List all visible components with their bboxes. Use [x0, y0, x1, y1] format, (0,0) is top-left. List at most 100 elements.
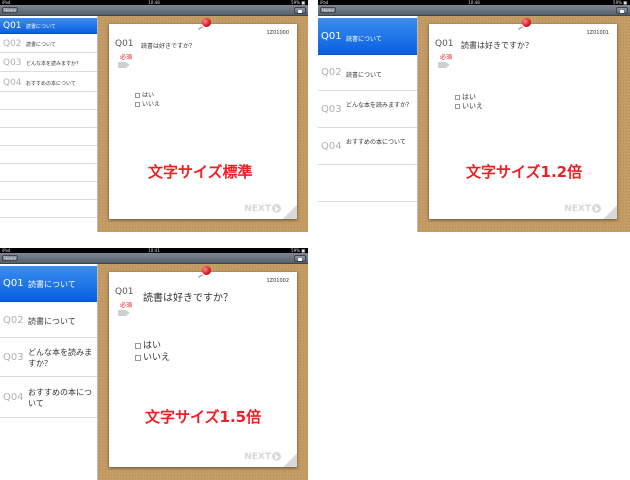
question-list-label: おすすめの本について — [26, 81, 76, 87]
option-label: はい — [142, 92, 155, 99]
next-arrow-icon — [592, 204, 601, 213]
checkbox[interactable] — [135, 342, 141, 349]
list-divider — [0, 163, 97, 164]
question-list: Q01 読書について Q02 読書について Q03 どんな本を読みますか？ Q0… — [0, 16, 98, 232]
next-label: NEXT — [564, 204, 591, 214]
camera-button[interactable] — [616, 7, 628, 14]
question-list: Q01 読書について Q02 読書について Q03 どんな本を読みますか？ Q0… — [0, 264, 98, 480]
question-title: 読書は好きですか？ — [141, 43, 196, 50]
checkbox[interactable] — [135, 93, 140, 98]
question-number: Q02 — [3, 315, 24, 326]
home-button[interactable]: Home — [2, 255, 18, 261]
required-badge: 必須 — [440, 54, 453, 61]
question-list-item-q03[interactable]: Q03 どんな本を読みますか？ — [318, 92, 417, 128]
question-list-label: どんな本を読みますか？ — [346, 102, 413, 109]
question-number: Q01 — [321, 31, 342, 42]
question-list-label: 読書について — [346, 36, 382, 43]
question-number: Q01 — [115, 39, 134, 49]
question-list-label: 読書について — [26, 42, 56, 48]
question-number: Q03 — [3, 352, 24, 363]
question-number: Q04 — [321, 141, 342, 152]
question-list-item-q01[interactable]: Q01 読書について — [0, 18, 97, 34]
question-list-item-q03[interactable]: Q03 どんな本を読みますか？ — [0, 339, 97, 377]
question-panel: 1Z01001 Q01 必須 読書は好きですか？ はい いいえ 文字サイズ1.2… — [418, 16, 630, 232]
option-no[interactable]: いいえ — [135, 350, 170, 363]
question-list-item-q02[interactable]: Q02 読書について — [0, 36, 97, 53]
next-button[interactable]: NEXT — [244, 204, 281, 214]
page-curl-icon — [603, 205, 617, 219]
page-curl-icon — [283, 453, 297, 467]
question-number: Q03 — [3, 58, 22, 68]
option-no[interactable]: いいえ — [455, 101, 483, 111]
next-arrow-icon — [272, 452, 281, 461]
camera-icon — [298, 257, 302, 261]
next-button[interactable]: NEXT — [244, 452, 281, 462]
home-button[interactable]: Home — [2, 7, 18, 13]
option-label: いいえ — [143, 353, 171, 363]
push-pin-icon — [202, 18, 211, 27]
question-id: 1Z01000 — [266, 30, 289, 36]
question-number: Q02 — [3, 39, 22, 49]
checkbox[interactable] — [455, 94, 460, 100]
question-list-label: 読書について — [28, 280, 76, 289]
question-number: Q01 — [3, 21, 22, 31]
question-list-item-q02[interactable]: Q02 読書について — [318, 56, 417, 91]
camera-icon — [620, 9, 624, 13]
list-divider — [0, 127, 97, 128]
home-button[interactable]: Home — [320, 7, 336, 13]
question-list-item-q03[interactable]: Q03 どんな本を読みますか？ — [0, 54, 97, 72]
question-list: Q01 読書について Q02 読書について Q03 どんな本を読みますか？ Q0… — [318, 16, 418, 232]
question-number: Q03 — [321, 104, 342, 115]
checkbox[interactable] — [135, 354, 141, 361]
question-list-label: おすすめの本について — [346, 139, 406, 146]
font-size-caption: 文字サイズ1.2倍 — [466, 163, 583, 181]
screen-standard: iPad 10:48 59% ■ Home Q01 読書について Q02 読書に… — [0, 0, 308, 232]
question-panel: 1Z01000 Q01 必須 読書は好きですか？ はい いいえ 文字サイズ標準 … — [98, 16, 308, 232]
question-panel: 1Z01002 Q01 必須 読書は好きですか？ はい いいえ 文字サイズ1.5… — [98, 264, 308, 480]
nav-bar: Home — [0, 5, 308, 16]
required-badge: 必須 — [120, 54, 133, 61]
required-badge: 必須 — [120, 302, 133, 309]
screen-1-5x: iPad 10:41 59% ■ Home Q01 読書について Q02 読書に… — [0, 248, 308, 480]
checkbox[interactable] — [135, 102, 140, 107]
question-list-label: おすすめの本について — [28, 388, 92, 408]
nav-bar: Home — [0, 253, 308, 264]
nav-bar: Home — [318, 5, 630, 16]
option-no[interactable]: いいえ — [135, 99, 160, 108]
font-size-caption: 文字サイズ1.5倍 — [145, 408, 262, 426]
question-list-label: 読書について — [26, 24, 56, 30]
question-card: 1Z01001 Q01 必須 読書は好きですか？ はい いいえ 文字サイズ1.2… — [429, 24, 617, 219]
video-icon — [118, 62, 130, 68]
question-list-item-q01[interactable]: Q01 読書について — [0, 266, 97, 302]
camera-button[interactable] — [294, 7, 306, 14]
checkbox[interactable] — [455, 103, 460, 109]
camera-icon — [298, 9, 302, 13]
list-divider — [0, 109, 97, 110]
question-title: 読書は好きですか？ — [143, 293, 233, 304]
option-label: いいえ — [142, 101, 161, 108]
option-yes[interactable]: はい — [135, 90, 154, 99]
question-number: Q01 — [435, 39, 454, 49]
camera-button[interactable] — [294, 255, 306, 262]
question-card: 1Z01002 Q01 必須 読書は好きですか？ はい いいえ 文字サイズ1.5… — [109, 272, 297, 467]
question-list-item-q01[interactable]: Q01 読書について — [318, 18, 417, 55]
question-list-item-q04[interactable]: Q04 おすすめの本について — [318, 129, 417, 165]
next-arrow-icon — [272, 204, 281, 213]
list-divider — [0, 217, 97, 218]
question-list-item-q04[interactable]: Q04 おすすめの本について — [0, 74, 97, 92]
screen-1-2x: iPad 10:48 59% ■ Home Q01 読書について Q02 読書に… — [318, 0, 630, 232]
list-divider — [0, 145, 97, 146]
question-list-label: 読書について — [346, 72, 382, 79]
question-list-label: どんな本を読みますか？ — [28, 348, 92, 368]
question-card: 1Z01000 Q01 必須 読書は好きですか？ はい いいえ 文字サイズ標準 … — [109, 24, 297, 219]
next-button[interactable]: NEXT — [564, 204, 601, 214]
option-label: いいえ — [462, 102, 483, 110]
list-divider — [0, 181, 97, 182]
question-list-item-q02[interactable]: Q02 読書について — [0, 303, 97, 338]
question-number: Q01 — [3, 278, 24, 289]
video-icon — [438, 62, 450, 68]
question-list-item-q04[interactable]: Q04 おすすめの本について — [0, 378, 97, 418]
list-divider — [318, 201, 417, 202]
next-label: NEXT — [244, 204, 271, 214]
push-pin-icon — [522, 18, 531, 27]
